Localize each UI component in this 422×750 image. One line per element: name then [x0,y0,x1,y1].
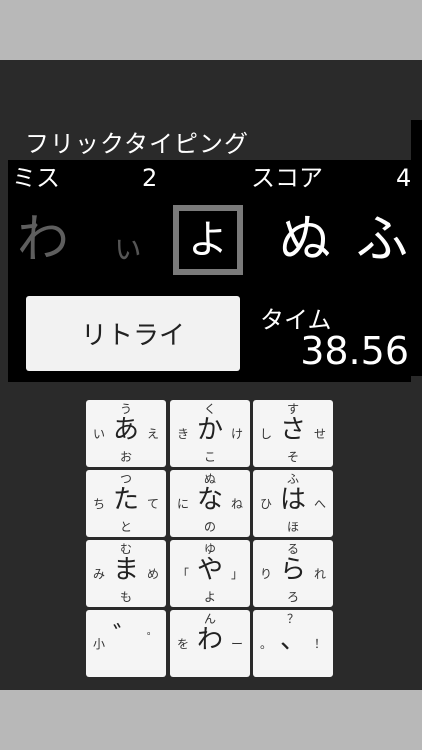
flick-up: ゆ [203,542,216,556]
flick-right: 」 [230,567,243,581]
flick-right: ね [230,497,243,511]
upcoming-char: ふ [355,210,408,270]
flick-right: め [146,567,159,581]
score-label: スコア [251,164,323,192]
key-punctuation[interactable]: ？ 。 、 ！ [253,610,333,677]
key-sa[interactable]: す し さ せ そ [253,400,333,467]
flick-up: ぬ [203,472,216,486]
flick-up: る [286,542,299,556]
flick-up: ん [203,612,216,626]
flick-up: む [119,542,132,556]
flick-down: も [119,590,132,604]
score-value: 4 [396,164,412,192]
miss-count: 2 [142,164,158,192]
flick-down: ろ [286,590,299,604]
key-na[interactable]: ぬ に な ね の [170,470,250,537]
flick-down: そ [286,450,299,464]
flick-down: こ [203,450,216,464]
key-a[interactable]: う い あ え お [86,400,166,467]
flick-down: と [119,520,132,534]
flick-right: せ [313,427,326,441]
key-ra[interactable]: る り ら れ ろ [253,540,333,607]
flick-down: よ [203,590,216,604]
typed-char: わ [16,210,69,270]
upcoming-char: ぬ [278,210,331,270]
edge-strip [411,120,422,376]
game-board: ミス 2 スコア 4 わ ぃ よ ぬ ふ リトライ タイム 38.56 [8,160,411,382]
app-title: フリックタイピング [25,130,250,158]
time-value: 38.56 [300,329,409,373]
flick-up: つ [119,472,132,486]
key-ma[interactable]: む み ま め も [86,540,166,607]
flick-up: う [119,402,132,416]
flick-keypad: う い あ え お く き か け こ す し さ せ そ つ ち た て と … [86,400,335,680]
character-sequence: わ ぃ よ ぬ ふ [8,200,411,280]
flick-down: の [203,520,216,534]
key-ha[interactable]: ふ ひ は へ ほ [253,470,333,537]
flick-right: て [146,497,159,511]
flick-right: ー [230,637,243,651]
flick-right: ゜ [146,631,159,645]
key-ta[interactable]: つ ち た て と [86,470,166,537]
retry-button[interactable]: リトライ [26,296,240,371]
flick-right: け [230,427,243,441]
flick-up: ふ [286,472,299,486]
flick-up: す [286,402,299,416]
current-char: よ [173,205,243,275]
flick-right: へ [313,497,326,511]
flick-down: ほ [286,520,299,534]
key-wa[interactable]: ん を わ ー [170,610,250,677]
flick-right: ！ [313,637,326,651]
flick-up: ？ [286,612,299,626]
flick-down: お [119,450,132,464]
flick-right: え [146,427,159,441]
miss-label: ミス [12,164,60,192]
flick-right: れ [313,567,326,581]
typed-char: ぃ [111,228,144,266]
key-ya[interactable]: ゆ 「 や 」 よ [170,540,250,607]
key-ka[interactable]: く き か け こ [170,400,250,467]
key-dakuten[interactable]: 小 ゛ ゜ [86,610,166,677]
flick-up: く [203,402,216,416]
